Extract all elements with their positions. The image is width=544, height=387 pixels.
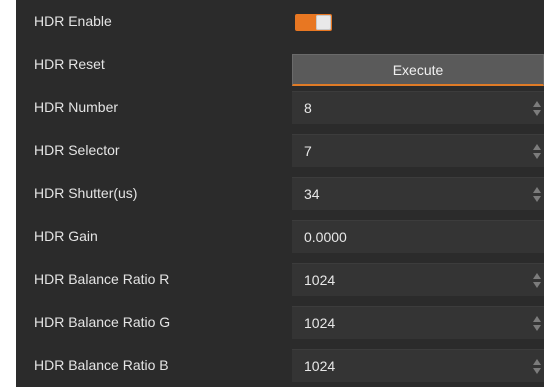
hdr-selector-value: 7 bbox=[304, 143, 312, 159]
row-hdr-balance-ratio-r: HDR Balance Ratio R 1024 bbox=[16, 258, 544, 301]
hdr-balance-ratio-r-spinner bbox=[530, 264, 544, 297]
hdr-balance-ratio-b-label: HDR Balance Ratio B bbox=[34, 357, 169, 373]
hdr-balance-ratio-g-spinner bbox=[530, 307, 544, 340]
hdr-selector-label: HDR Selector bbox=[34, 142, 120, 158]
spin-down-icon[interactable] bbox=[533, 153, 541, 159]
spin-up-icon[interactable] bbox=[533, 316, 541, 322]
spin-up-icon[interactable] bbox=[533, 273, 541, 279]
hdr-enable-toggle[interactable] bbox=[295, 14, 332, 31]
row-hdr-selector: HDR Selector 7 bbox=[16, 129, 544, 172]
row-hdr-number: HDR Number 8 bbox=[16, 86, 544, 129]
row-hdr-shutter: HDR Shutter(us) 34 bbox=[16, 172, 544, 215]
spin-down-icon[interactable] bbox=[533, 368, 541, 374]
hdr-number-field[interactable]: 8 bbox=[292, 91, 544, 124]
hdr-balance-ratio-r-value: 1024 bbox=[304, 272, 336, 288]
hdr-reset-label: HDR Reset bbox=[34, 56, 105, 72]
spin-down-icon[interactable] bbox=[533, 196, 541, 202]
hdr-selector-spinner bbox=[530, 135, 544, 168]
spin-down-icon[interactable] bbox=[533, 110, 541, 116]
spin-up-icon[interactable] bbox=[533, 144, 541, 150]
hdr-gain-label: HDR Gain bbox=[34, 228, 98, 244]
spin-up-icon[interactable] bbox=[533, 187, 541, 193]
hdr-balance-ratio-g-value: 1024 bbox=[304, 315, 336, 331]
hdr-balance-ratio-b-value: 1024 bbox=[304, 358, 336, 374]
hdr-settings-panel: HDR Enable HDR Reset Execute HDR Number … bbox=[16, 0, 544, 387]
hdr-number-label: HDR Number bbox=[34, 99, 119, 115]
row-hdr-balance-ratio-b: HDR Balance Ratio B 1024 bbox=[16, 344, 544, 387]
execute-button[interactable]: Execute bbox=[292, 54, 544, 86]
hdr-shutter-field[interactable]: 34 bbox=[292, 177, 544, 210]
hdr-number-spinner bbox=[530, 92, 544, 125]
hdr-gain-value: 0.0000 bbox=[304, 229, 347, 245]
toggle-knob[interactable] bbox=[316, 15, 331, 30]
hdr-shutter-label: HDR Shutter(us) bbox=[34, 185, 138, 201]
hdr-shutter-spinner bbox=[530, 178, 544, 211]
hdr-number-value: 8 bbox=[304, 100, 312, 116]
row-hdr-enable: HDR Enable bbox=[16, 0, 544, 43]
spin-up-icon[interactable] bbox=[533, 101, 541, 107]
hdr-balance-ratio-g-field[interactable]: 1024 bbox=[292, 306, 544, 339]
hdr-balance-ratio-r-label: HDR Balance Ratio R bbox=[34, 271, 170, 287]
hdr-balance-ratio-g-label: HDR Balance Ratio G bbox=[34, 314, 171, 330]
hdr-selector-field[interactable]: 7 bbox=[292, 134, 544, 167]
hdr-balance-ratio-r-field[interactable]: 1024 bbox=[292, 263, 544, 296]
hdr-gain-field[interactable]: 0.0000 bbox=[292, 220, 544, 253]
hdr-balance-ratio-b-spinner bbox=[530, 350, 544, 383]
row-hdr-gain: HDR Gain 0.0000 bbox=[16, 215, 544, 258]
hdr-enable-label: HDR Enable bbox=[34, 13, 112, 29]
row-hdr-balance-ratio-g: HDR Balance Ratio G 1024 bbox=[16, 301, 544, 344]
spin-down-icon[interactable] bbox=[533, 325, 541, 331]
spin-down-icon[interactable] bbox=[533, 282, 541, 288]
hdr-balance-ratio-b-field[interactable]: 1024 bbox=[292, 349, 544, 382]
spin-up-icon[interactable] bbox=[533, 359, 541, 365]
hdr-shutter-value: 34 bbox=[304, 186, 320, 202]
